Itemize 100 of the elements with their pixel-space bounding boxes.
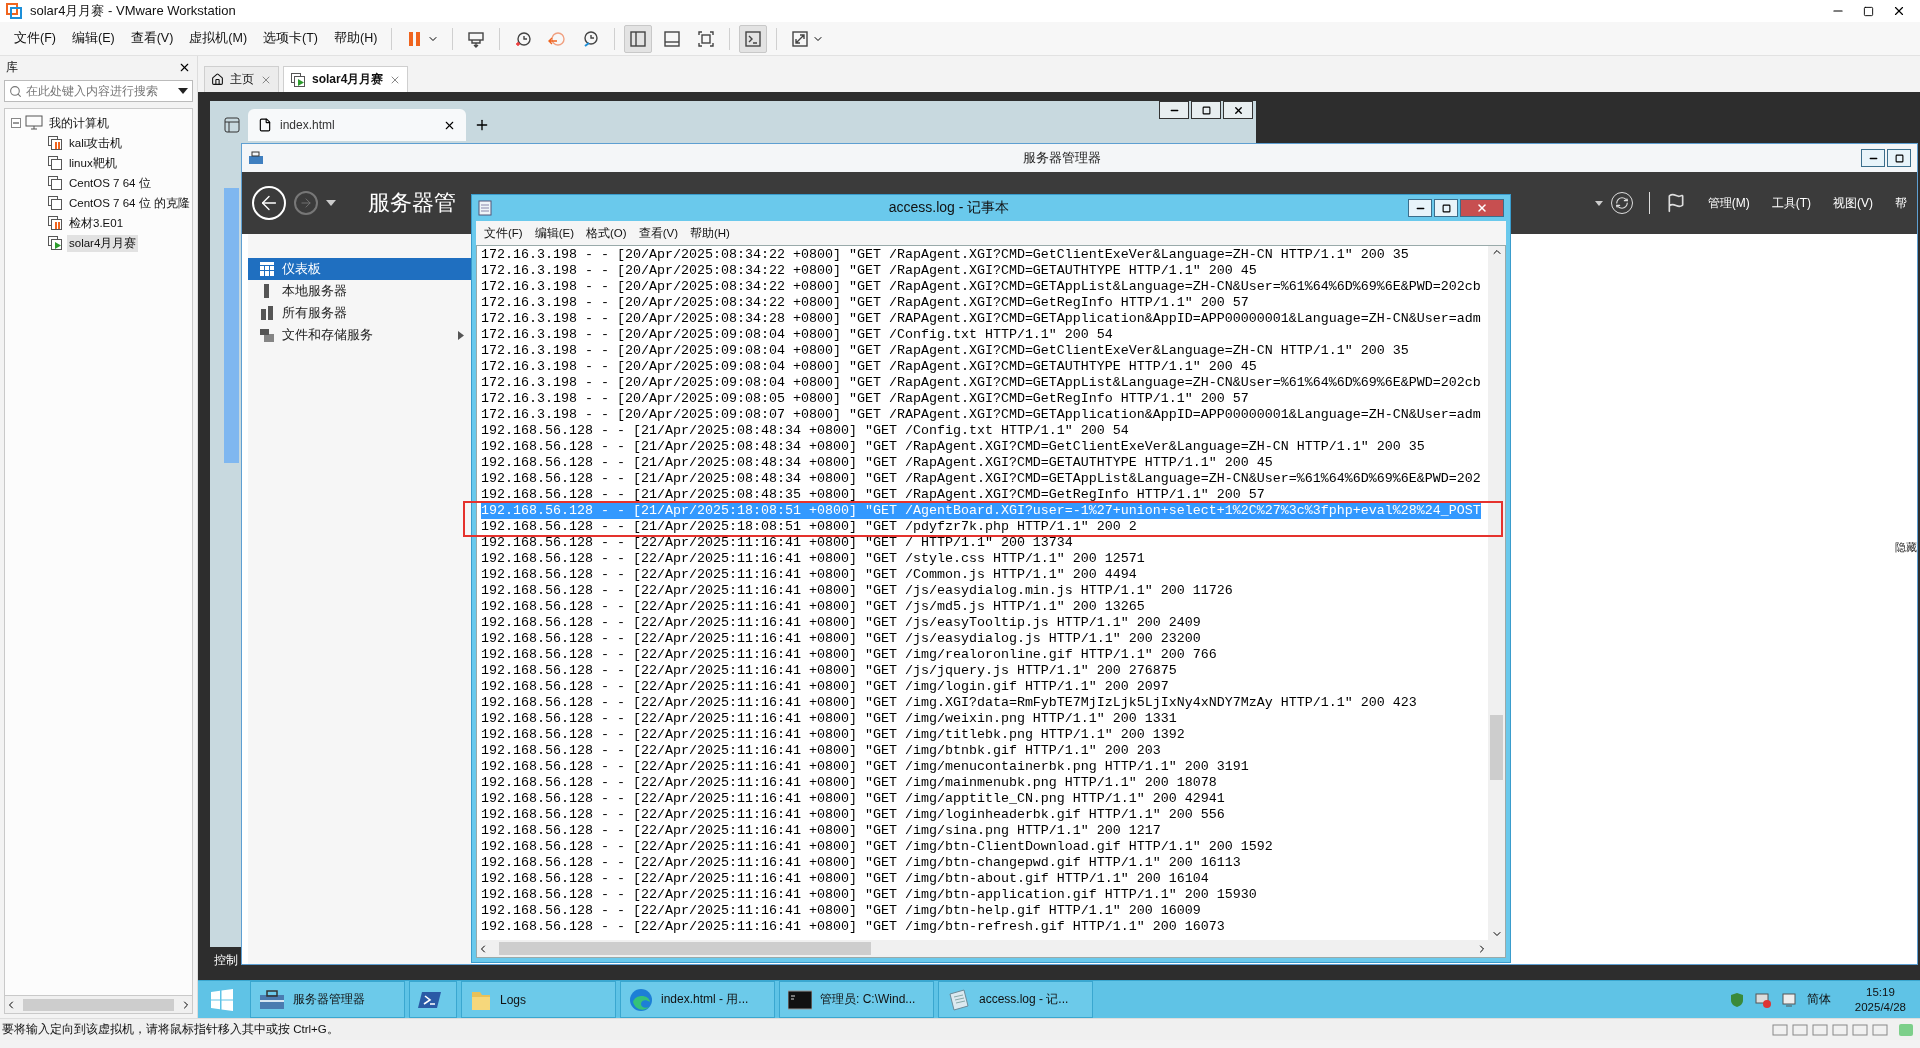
tree-item[interactable]: linux靶机 [67, 154, 119, 172]
log-line: 192.168.56.128 - - [22/Apr/2025:11:16:41 +0800] "GET /js/easydialog.js HTTP/1.1" 200 23200 [481, 631, 1201, 647]
hide-link[interactable]: 隐藏 [1895, 540, 1917, 555]
tree-item[interactable]: CentOS 7 64 位 的克隆 [67, 194, 192, 212]
log-line: 192.168.56.128 - - [22/Apr/2025:11:16:41 +0800] "GET /img/btnbk.gif HTTP/1.1" 200 203 [481, 743, 1161, 759]
close-icon[interactable] [1892, 4, 1906, 18]
menu-item[interactable]: 虚拟机(M) [181, 26, 256, 51]
home-icon [211, 73, 224, 86]
caret-icon [1594, 200, 1603, 206]
log-line: 192.168.56.128 - - [22/Apr/2025:11:16:41 +0800] "GET /img/loginheaderbk.gif HTTP/1.1" 200 556 [481, 807, 1225, 823]
maximize-button[interactable] [1887, 149, 1911, 167]
menu-item[interactable]: 选项卡(T) [255, 26, 327, 51]
menu-item[interactable]: 查看(V) [122, 26, 182, 51]
fit-icon [696, 28, 717, 49]
log-line: 192.168.56.128 - - [21/Apr/2025:18:08:51 +0800] "GET /pdyfzr7k.php HTTP/1.1" 200 2 [481, 519, 1137, 535]
vertical-scrollbar[interactable] [1488, 246, 1505, 940]
taskbar-button[interactable]: index.html - 用... [620, 981, 775, 1018]
grid-icon [260, 262, 274, 276]
browser-icon [629, 987, 653, 1012]
expand-icon [790, 28, 811, 49]
taskbar-button[interactable]: 服务器管理器 [250, 981, 405, 1018]
notepad-icon [947, 987, 971, 1012]
taskbar-button[interactable] [409, 981, 457, 1018]
log-line: 192.168.56.128 - - [22/Apr/2025:11:16:41 +0800] "GET /img/btn-ClientDownload.gif HTTP/1.1" 200 1592 [481, 839, 1273, 855]
maximize-button[interactable] [1434, 199, 1458, 217]
menu-item[interactable]: 视图(V) [1833, 194, 1873, 212]
log-line: 192.168.56.128 - - [22/Apr/2025:11:16:41 +0800] "GET /img/titlebk.png HTTP/1.1" 200 1392 [481, 727, 1185, 743]
clock-time: 15:19 [1866, 984, 1895, 1000]
device-icon [1792, 1022, 1808, 1037]
menu-item[interactable]: 帮助(H) [684, 225, 736, 241]
menu-item[interactable]: 帮助(H) [326, 26, 386, 51]
tree-item[interactable]: kali攻击机 [67, 134, 125, 152]
taskbar-button[interactable]: Logs [461, 981, 616, 1018]
browser-tab[interactable]: index.html [248, 109, 466, 141]
nav-item[interactable]: 文件和存储服务 [248, 324, 472, 346]
tree-item[interactable]: CentOS 7 64 位 [67, 174, 153, 192]
tree-item[interactable]: 检材3.E01 [67, 214, 126, 232]
log-line: 192.168.56.128 - - [22/Apr/2025:11:16:41 +0800] "GET /img/btn-application.gif HTTP/1.1" 200 15930 [481, 887, 1257, 903]
storage-icon [260, 328, 274, 342]
nav-item[interactable]: 所有服务器 [248, 302, 472, 324]
nav-item[interactable]: 本地服务器 [248, 280, 472, 302]
menu-item[interactable]: 帮 [1895, 194, 1907, 212]
menu-item[interactable]: 文件(F) [6, 26, 64, 51]
device-icon [1852, 1022, 1868, 1037]
forward-icon[interactable] [294, 191, 318, 215]
log-line: 192.168.56.128 - - [21/Apr/2025:08:48:34 +0800] "GET /Config.txt HTTP/1.1" 200 54 [481, 423, 1129, 439]
maximize-icon[interactable] [1863, 5, 1874, 17]
minimize-button[interactable] [1408, 199, 1432, 217]
windows-logo-icon [210, 987, 234, 1012]
horizontal-scrollbar[interactable] [477, 940, 1488, 957]
tab[interactable]: 主页 [204, 66, 279, 92]
device-icon [1812, 1022, 1828, 1037]
menu-item[interactable]: 管理(M) [1707, 194, 1750, 212]
log-line: 192.168.56.128 - - [22/Apr/2025:11:16:41 +0800] "GET /img/mainmenubk.png HTTP/1.1" 200 18078 [481, 775, 1217, 791]
notepad-icon [478, 200, 492, 216]
log-line: 192.168.56.128 - - [21/Apr/2025:08:48:34 +0800] "GET /RapAgent.XGI?CMD=GETAppList&Language=ZH-CN&User=%61%64%6D%69%6E&PWD=202 [481, 471, 1481, 487]
log-line: 172.16.3.198 - - [20/Apr/2025:08:34:22 +0800] "GET /RapAgent.XGI?CMD=GETAppList&Language=ZH-CN&User=%61%64%6D%69%6E&PWD=202cb [481, 279, 1481, 295]
search-icon [9, 84, 22, 98]
search-field[interactable]: 在此处键入内容进行搜索 [4, 80, 193, 102]
input-method[interactable]: 简体 [1806, 991, 1831, 1008]
close-button[interactable] [1223, 101, 1253, 119]
taskbar-button[interactable]: 管理员: C:\Wind... [779, 981, 934, 1018]
tree-item[interactable]: 我的计算机 [47, 114, 111, 132]
taskbar-button[interactable]: access.log - 记... [938, 981, 1093, 1018]
nav-item[interactable]: 仪表板 [248, 258, 472, 280]
scrollbar-thumb[interactable] [499, 942, 871, 955]
log-line: 172.16.3.198 - - [20/Apr/2025:09:08:04 +0800] "GET /RapAgent.XGI?CMD=GetClientExeVer&Language=ZH-CN HTTP/1.1" 200 35 [481, 343, 1409, 359]
close-icon [1476, 202, 1488, 214]
menu-item[interactable]: 格式(O) [580, 225, 633, 241]
device-icon [1872, 1022, 1888, 1037]
maximize-button[interactable] [1191, 101, 1221, 119]
network-icon [1754, 991, 1771, 1008]
minimize-button[interactable] [1861, 149, 1885, 167]
log-line: 192.168.56.128 - - [22/Apr/2025:11:16:41 +0800] "GET /img.XGI?data=RmFybTE7MjIzLjk5LjIxNy4xNDY7MzAy HTTP/1.1" 200 423 [481, 695, 1417, 711]
menu-item[interactable]: 文件(F) [478, 225, 529, 241]
log-line: 192.168.56.128 - - [22/Apr/2025:11:16:41 +0800] "GET /js/easyTooltip.js HTTP/1.1" 200 2409 [481, 615, 1201, 631]
window-title: access.log - 记事本 [887, 199, 1011, 217]
menu-item[interactable]: 工具(T) [1771, 194, 1811, 212]
scrollbar-thumb[interactable] [1490, 715, 1503, 781]
back-icon[interactable] [252, 186, 286, 220]
new-tab-icon[interactable] [474, 117, 490, 133]
tab[interactable]: solar4月月赛 [283, 66, 409, 92]
status-text: 要将输入定向到该虚拟机，请将鼠标指针移入其中或按 Ctrl+G。 [2, 1022, 339, 1037]
menu-item[interactable]: 编辑(E) [528, 225, 581, 241]
toolbar-button[interactable] [624, 24, 653, 53]
toolbar-button[interactable] [739, 24, 768, 53]
shield-icon [1728, 991, 1745, 1008]
menu-item[interactable]: 编辑(E) [63, 26, 123, 51]
device-icon [1832, 1022, 1848, 1037]
log-line: 192.168.56.128 - - [22/Apr/2025:11:16:41 +0800] "GET /img/btn-refresh.gif HTTP/1.1" 200 16073 [481, 919, 1225, 935]
horizontal-scrollbar[interactable] [4, 996, 193, 1014]
minimize-button[interactable] [1159, 101, 1189, 119]
scrollbar-thumb[interactable] [23, 998, 174, 1011]
log-line: 172.16.3.198 - - [20/Apr/2025:09:08:07 +0800] "GET /RAPAgent.XGI?CMD=GETApplication&AppID=APP00000001&Language=ZH-CN&User=adm [481, 407, 1481, 423]
menu-item[interactable]: 查看(V) [632, 225, 684, 241]
log-line: 192.168.56.128 - - [22/Apr/2025:11:16:41 +0800] "GET /img/btn-help.gif HTTP/1.1" 200 16009 [481, 903, 1201, 919]
desktop-icon-label: 控制 [214, 952, 238, 969]
collapse-icon[interactable] [11, 118, 21, 128]
sidebar-icon [628, 28, 649, 49]
tree-item[interactable]: solar4月月赛 [67, 234, 139, 252]
